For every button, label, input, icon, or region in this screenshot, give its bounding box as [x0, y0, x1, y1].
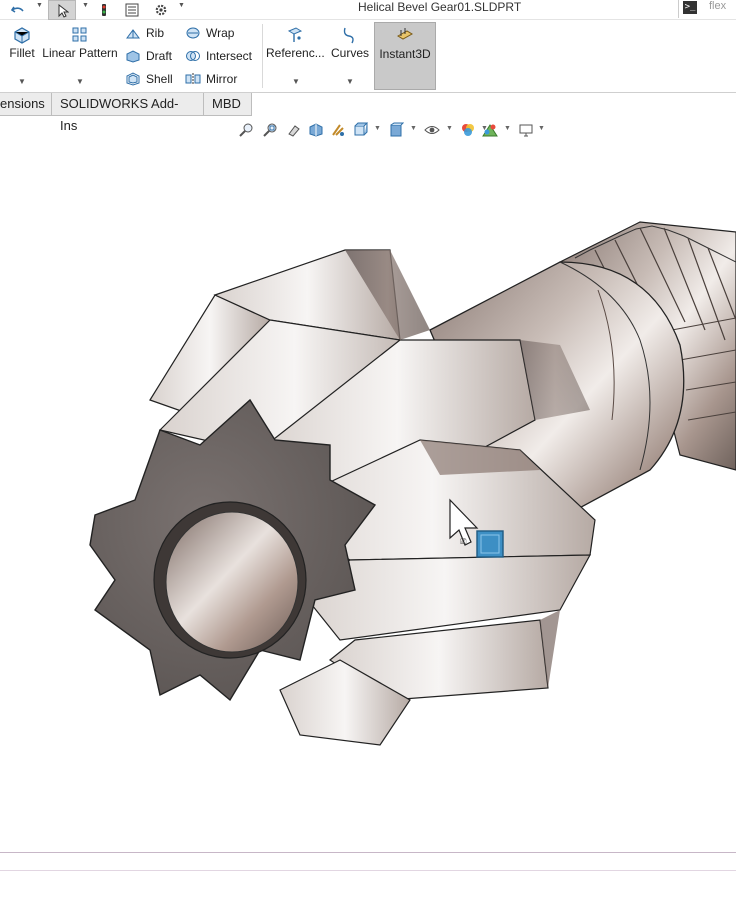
fillet-label: Fillet [9, 46, 35, 60]
draft-button[interactable]: Draft [124, 46, 172, 66]
curves-dropdown-arrow-icon[interactable]: ▼ [346, 77, 354, 86]
mirror-icon [184, 71, 202, 87]
intersect-label: Intersect [206, 49, 253, 63]
mirror-button[interactable]: Mirror [184, 69, 237, 89]
shell-button[interactable]: Shell [124, 69, 173, 89]
display-style-dropdown-arrow-icon[interactable]: ▼ [410, 125, 417, 132]
tab-dimensions[interactable]: ensions [0, 93, 52, 116]
rebuild-icon[interactable] [96, 0, 112, 20]
command-manager-tabs: ensions SOLIDWORKS Add-Ins MBD [0, 93, 736, 133]
gear-bore [165, 511, 299, 653]
reference-geometry-dropdown-arrow-icon[interactable]: ▼ [292, 77, 300, 86]
ribbon-separator [262, 24, 263, 88]
helical-bevel-gear-model[interactable]: ⎚ [0, 140, 736, 852]
rib-icon [124, 25, 142, 41]
linear-pattern-button[interactable]: Linear Pattern ▼ [40, 24, 120, 86]
zoom-to-area-icon[interactable] [260, 120, 280, 140]
linear-pattern-label: Linear Pattern [42, 46, 118, 60]
display-style-icon[interactable] [386, 120, 406, 140]
fillet-icon [6, 24, 38, 46]
select-button[interactable] [48, 0, 76, 20]
view-settings-dropdown-arrow-icon[interactable]: ▼ [538, 125, 545, 132]
reference-geometry-label: Referenc... [266, 46, 325, 60]
hide-show-dropdown-arrow-icon[interactable]: ▼ [446, 125, 453, 132]
apply-scene-dropdown-arrow-icon[interactable]: ▼ [504, 125, 511, 132]
document-title: Helical Bevel Gear01.SLDPRT [358, 0, 522, 14]
instant3d-icon [375, 23, 435, 47]
shell-icon [124, 71, 142, 87]
reference-geometry-icon [266, 24, 324, 46]
title-bar: ▼ ▼ ▼ Helical Bevel Gear01.SLDPRT >_ fle… [0, 0, 736, 20]
search-input[interactable]: flex [709, 0, 726, 13]
apply-scene-icon[interactable] [480, 120, 500, 140]
file-properties-icon[interactable] [122, 0, 142, 20]
reference-geometry-button[interactable]: Referenc... ▼ [266, 24, 325, 86]
instant3d-label: Instant3D [379, 47, 431, 61]
view-orientation-icon[interactable] [350, 120, 370, 140]
select-icon [55, 1, 71, 21]
curves-icon [328, 24, 372, 46]
curves-button[interactable]: Curves ▼ [328, 24, 372, 86]
linear-pattern-dropdown-arrow-icon[interactable]: ▼ [76, 77, 84, 86]
fillet-dropdown-arrow-icon[interactable]: ▼ [18, 77, 26, 86]
zoom-to-fit-icon[interactable] [236, 120, 256, 140]
svg-text:⎚: ⎚ [460, 537, 467, 546]
status-divider [0, 852, 736, 853]
tab-mbd[interactable]: MBD [204, 93, 252, 116]
view-settings-icon[interactable] [516, 120, 536, 140]
fillet-button[interactable]: Fillet ▼ [6, 24, 38, 86]
tab-solidworks-add-ins[interactable]: SOLIDWORKS Add-Ins [52, 93, 204, 133]
undo-dropdown-arrow-icon[interactable]: ▼ [36, 2, 43, 9]
intersect-icon [184, 48, 202, 64]
wrap-icon [184, 25, 202, 41]
undo-icon[interactable] [8, 0, 28, 20]
options-gear-icon[interactable] [152, 0, 170, 20]
wrap-label: Wrap [206, 26, 235, 40]
shell-label: Shell [146, 72, 173, 86]
dynamic-annotation-icon[interactable] [328, 120, 348, 140]
linear-pattern-icon [40, 24, 120, 46]
draft-icon [124, 48, 142, 64]
draft-label: Draft [146, 49, 173, 63]
options-dropdown-arrow-icon[interactable]: ▼ [178, 2, 185, 9]
intersect-button[interactable]: Intersect [184, 46, 252, 66]
hide-show-items-icon[interactable] [422, 120, 442, 140]
wrap-button[interactable]: Wrap [184, 23, 234, 43]
command-manager-ribbon: Fillet ▼ Linear Pattern ▼ Rib Draft Shel… [0, 20, 736, 93]
rib-label: Rib [146, 26, 165, 40]
graphics-area[interactable]: ⎚ [0, 140, 736, 852]
status-divider-secondary [0, 870, 736, 871]
command-prompt-icon: >_ [683, 1, 697, 14]
section-view-icon[interactable] [306, 120, 326, 140]
previous-view-icon[interactable] [284, 120, 304, 140]
mirror-label: Mirror [206, 72, 238, 86]
view-orientation-dropdown-arrow-icon[interactable]: ▼ [374, 125, 381, 132]
edit-appearance-icon[interactable] [458, 120, 478, 140]
command-search-box[interactable]: >_ flex [678, 0, 736, 18]
instant3d-button[interactable]: Instant3D [374, 22, 436, 90]
rib-button[interactable]: Rib [124, 23, 164, 43]
select-dropdown-arrow-icon[interactable]: ▼ [82, 2, 89, 9]
curves-label: Curves [330, 46, 369, 60]
